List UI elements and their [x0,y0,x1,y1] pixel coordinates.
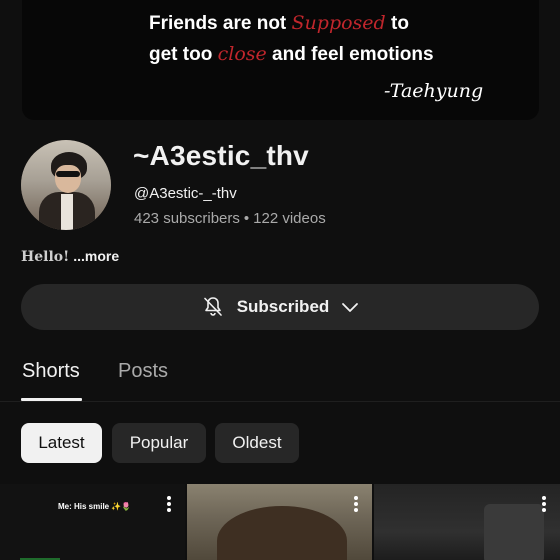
chip-oldest[interactable]: Oldest [215,423,299,463]
channel-about[interactable]: Hello! ...more [21,248,119,265]
thumbnail-image-detail [217,506,347,560]
avatar-shirt [61,194,73,230]
short-thumbnail[interactable] [374,484,560,560]
channel-handle: @A3estic-_-thv [134,185,237,202]
subscriber-count: 423 subscribers [134,210,240,227]
subscribed-label: Subscribed [236,297,330,316]
stats-separator: • [243,210,250,227]
tab-shorts[interactable]: Shorts [22,360,80,383]
short-caption: Me: His smile ✨🌷 [58,502,132,511]
channel-name: ~A3estic_thv [133,140,309,171]
banner-script-text: close [217,43,267,65]
channel-banner: Friends are not Supposed to get too clos… [22,0,539,120]
avatar-face [55,165,81,193]
thumbnail-image-detail [484,504,544,560]
banner-text: get too [149,44,213,65]
more-link[interactable]: ...more [73,248,119,264]
video-count: 122 videos [253,210,326,227]
avatar-sunglasses [56,171,80,177]
chip-latest[interactable]: Latest [21,423,102,463]
banner-text: to [391,13,409,34]
chevron-down-icon [342,303,359,312]
more-options-icon[interactable] [354,496,358,512]
banner-text: Friends are not [149,13,287,34]
chip-popular[interactable]: Popular [112,423,206,463]
about-text: Hello! [21,249,70,265]
more-options-icon[interactable] [167,496,171,512]
banner-line-1: Friends are not Supposed to [149,12,409,35]
banner-line-2: get too close and feel emotions [149,43,434,66]
banner-signature: -Taehyung [384,80,484,102]
more-options-icon[interactable] [542,496,546,512]
bell-off-icon [203,297,222,316]
banner-script-text: Supposed [291,12,386,34]
channel-avatar[interactable] [21,140,111,230]
short-thumbnail[interactable]: Me: His smile ✨🌷 [0,484,185,560]
tab-posts[interactable]: Posts [118,360,168,383]
subscribed-button[interactable]: Subscribed [21,284,539,330]
channel-stats: 423 subscribers • 122 videos [134,210,326,227]
short-thumbnail[interactable] [187,484,372,560]
banner-text: and feel emotions [272,44,434,65]
tab-divider [0,401,560,402]
